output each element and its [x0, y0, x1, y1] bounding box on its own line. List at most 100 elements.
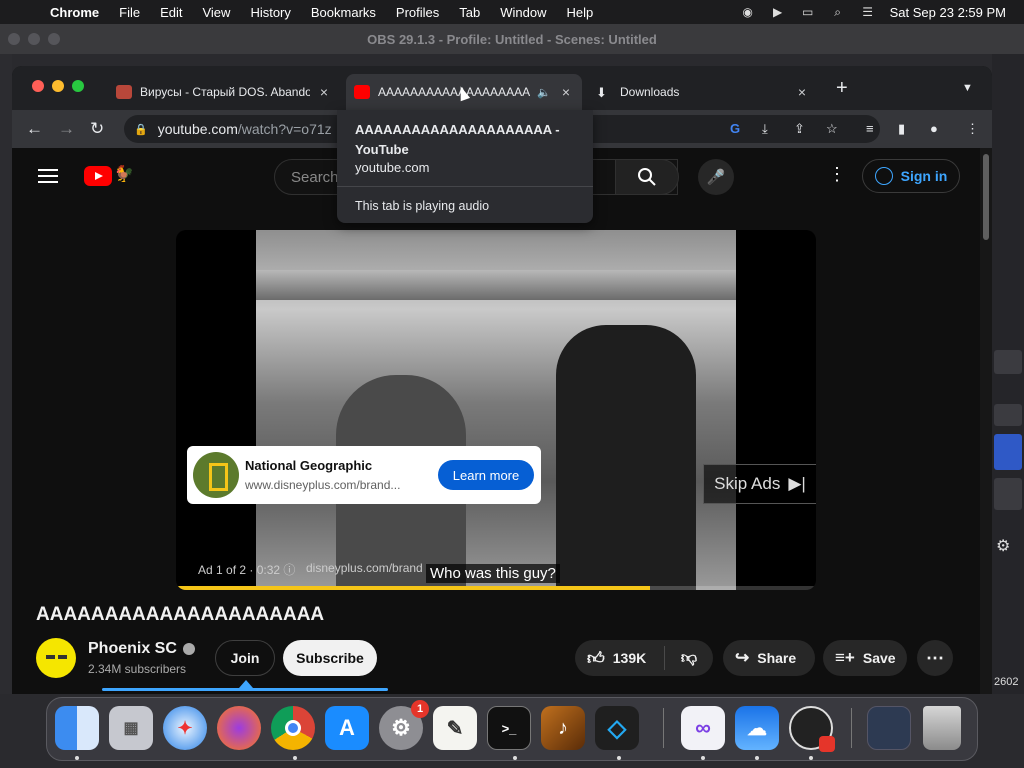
more-actions-button[interactable]: ⋯ [917, 640, 953, 676]
skip-ads-button[interactable]: Skip Ads ▶| [703, 464, 816, 504]
menu-profiles[interactable]: Profiles [386, 5, 449, 20]
share-icon[interactable]: ⇪ [794, 121, 805, 137]
screen-mirroring-icon[interactable]: ▭ [800, 5, 816, 19]
chrome-menu-icon[interactable]: ⋮ [966, 121, 979, 137]
search-button[interactable] [615, 159, 679, 195]
obs-right-panel: ⚙ 2602 [992, 54, 1024, 694]
launchpad-icon[interactable]: ▦ [109, 706, 153, 750]
close-icon[interactable]: × [558, 84, 574, 100]
video-scene-figure [556, 325, 696, 590]
sign-in-button[interactable]: Sign in [862, 159, 960, 193]
obs-min-light[interactable] [28, 33, 40, 45]
system-settings-icon[interactable]: ⚙ 1 [379, 700, 429, 750]
obs-status-icon[interactable]: ◉ [740, 5, 756, 19]
safari-icon[interactable]: ✦ [163, 706, 207, 750]
playlist-add-icon: ≡+ [835, 648, 855, 667]
media-control-icon[interactable]: ≡ [866, 121, 874, 136]
minimize-window-button[interactable] [52, 80, 64, 92]
garageband-icon[interactable]: ♪ [541, 706, 585, 750]
ad-advertiser: National Geographic [245, 458, 373, 473]
subscriber-count: 2.34M subscribers [88, 662, 187, 676]
visual-studio-icon[interactable]: ∞ [681, 706, 725, 750]
play-status-icon[interactable]: ▶ [770, 5, 786, 19]
menu-app-name[interactable]: Chrome [40, 5, 109, 20]
obs-window-titlebar: OBS 29.1.3 - Profile: Untitled - Scenes:… [0, 24, 1024, 54]
tab-abandonware[interactable]: Вирусы - Старый DOS. Abandonware × [108, 74, 340, 110]
tab-downloads[interactable]: ⬇ Downloads × [588, 74, 818, 110]
screenshot-icon[interactable] [867, 706, 911, 750]
ad-info-url[interactable]: disneyplus.com/brand [306, 561, 423, 575]
close-icon[interactable]: × [794, 84, 810, 100]
channel-name[interactable]: Phoenix SC [88, 640, 195, 658]
obs-panel-block[interactable] [994, 350, 1022, 374]
ellipsis-icon: ⋯ [926, 647, 944, 668]
menu-window[interactable]: Window [490, 5, 556, 20]
chevron-down-icon[interactable]: ▼ [962, 82, 973, 94]
page-scrollbar[interactable] [980, 148, 992, 694]
menu-help[interactable]: Help [557, 5, 604, 20]
youtube-logo[interactable] [84, 166, 112, 186]
menu-clock[interactable]: Sat Sep 23 2:59 PM [890, 5, 1006, 20]
scrollbar-thumb[interactable] [983, 154, 989, 240]
obs-window-title: OBS 29.1.3 - Profile: Untitled - Scenes:… [367, 31, 657, 47]
chrome-icon[interactable] [271, 706, 315, 750]
zoom-window-button[interactable] [72, 80, 84, 92]
textedit-icon[interactable]: ✎ [433, 706, 477, 750]
control-center-icon[interactable]: ☰ [860, 5, 876, 19]
close-icon[interactable]: × [316, 84, 332, 100]
trash-icon[interactable] [923, 706, 961, 750]
video-frame[interactable] [256, 230, 736, 590]
bookmark-star-icon[interactable]: ☆ [826, 121, 838, 137]
channel-avatar[interactable] [36, 638, 76, 678]
skip-next-icon: ▶| [788, 474, 806, 493]
icloud-icon[interactable]: ☁ [735, 706, 779, 750]
forward-arrow-icon[interactable]: → [58, 119, 75, 139]
gear-icon[interactable]: ⚙ [996, 536, 1010, 556]
menu-tab[interactable]: Tab [449, 5, 490, 20]
join-button[interactable]: Join [215, 640, 275, 676]
obs-panel-block[interactable] [994, 404, 1022, 426]
terminal-icon[interactable]: >_ [487, 706, 531, 750]
install-app-icon[interactable]: ⤓ [762, 121, 768, 137]
video-player[interactable]: National Geographic www.disneyplus.com/b… [176, 230, 816, 590]
voice-search-button[interactable]: 🎤 [698, 159, 734, 195]
ad-overlay-card[interactable]: National Geographic www.disneyplus.com/b… [187, 446, 541, 504]
new-tab-button[interactable]: + [836, 78, 848, 98]
spotlight-search-icon[interactable]: ⌕ [830, 5, 846, 19]
dislike-button[interactable]: 👎︎ [665, 649, 713, 668]
obs-panel-selected[interactable] [994, 434, 1022, 470]
finder-icon[interactable] [55, 706, 99, 750]
settings-badge: 1 [411, 700, 429, 718]
back-arrow-icon[interactable]: ← [26, 119, 43, 139]
youtube-doodle-icon[interactable]: 🐓 [114, 164, 174, 188]
google-icon[interactable]: G [730, 121, 740, 136]
app-store-icon[interactable]: A [325, 706, 369, 750]
menu-view[interactable]: View [192, 5, 240, 20]
ad-progress-bar[interactable] [176, 586, 816, 590]
search-icon [638, 168, 656, 186]
side-panel-icon[interactable]: ▮ [898, 121, 905, 137]
lock-icon[interactable]: 🔒 [134, 123, 148, 136]
dock-separator [851, 708, 852, 748]
more-options-icon[interactable]: ⋮ [828, 164, 846, 185]
vscode-icon[interactable]: ◇ [595, 706, 639, 750]
obs-zoom-light[interactable] [48, 33, 60, 45]
speaker-icon[interactable]: 🔈 [536, 86, 552, 99]
obs-close-light[interactable] [8, 33, 20, 45]
subscribe-button[interactable]: Subscribe [283, 640, 377, 676]
menu-history[interactable]: History [240, 5, 300, 20]
like-button[interactable]: 👍︎ 139K [575, 646, 665, 670]
menu-file[interactable]: File [109, 5, 150, 20]
save-button[interactable]: ≡+ Save [823, 640, 907, 676]
firefox-icon[interactable] [217, 706, 261, 750]
hamburger-menu-icon[interactable] [38, 169, 58, 183]
menu-edit[interactable]: Edit [150, 5, 192, 20]
reload-icon[interactable]: ↻ [90, 119, 104, 139]
profile-icon[interactable]: ● [930, 121, 938, 136]
obs-icon[interactable] [789, 706, 835, 752]
learn-more-button[interactable]: Learn more [438, 460, 534, 490]
obs-panel-block[interactable] [994, 478, 1022, 510]
close-window-button[interactable] [32, 80, 44, 92]
menu-bookmarks[interactable]: Bookmarks [301, 5, 386, 20]
share-button[interactable]: ↪ Share [723, 640, 815, 676]
